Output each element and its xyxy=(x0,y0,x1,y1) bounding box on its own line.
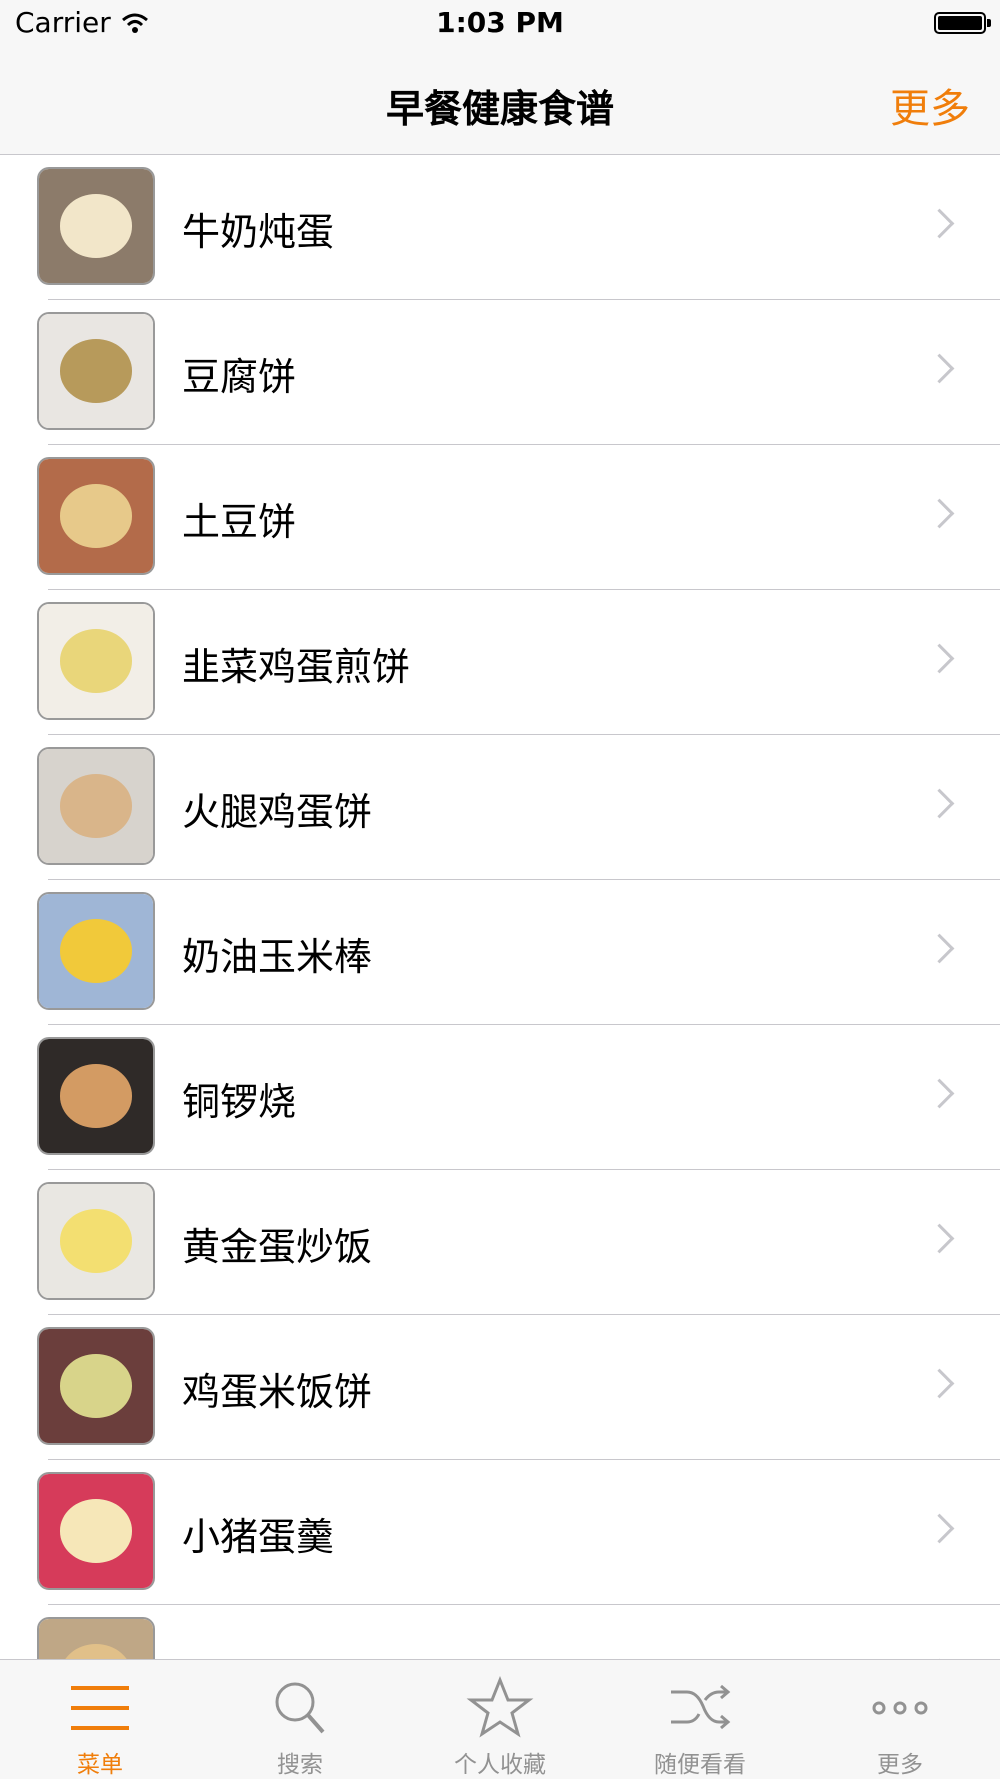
recipe-row[interactable]: 黄金蛋炒饭 xyxy=(0,1170,1000,1315)
recipe-name: 奶油玉米棒 xyxy=(182,926,372,981)
recipe-thumbnail xyxy=(37,312,155,430)
recipe-thumbnail xyxy=(37,1182,155,1300)
more-button[interactable]: 更多 xyxy=(890,76,970,134)
chevron-right-icon xyxy=(925,934,955,964)
status-bar: Carrier 1:03 PM xyxy=(0,0,1000,50)
recipe-row[interactable]: 铜锣烧 xyxy=(0,1025,1000,1170)
recipe-row[interactable]: 土豆饼 xyxy=(0,445,1000,590)
tab-label: 随便看看 xyxy=(600,1745,800,1779)
tab-star[interactable]: 个人收藏 xyxy=(400,1660,600,1779)
status-time: 1:03 PM xyxy=(0,6,1000,39)
recipe-name: 铜锣烧 xyxy=(182,1071,296,1126)
tab-label: 菜单 xyxy=(0,1745,200,1779)
recipe-name: 鸡蛋米饭饼 xyxy=(182,1361,372,1416)
recipe-row[interactable]: 豆腐饼 xyxy=(0,300,1000,445)
recipe-thumbnail xyxy=(37,1472,155,1590)
tab-label: 搜索 xyxy=(200,1745,400,1779)
chevron-right-icon xyxy=(925,354,955,384)
recipe-thumbnail xyxy=(37,167,155,285)
chevron-right-icon xyxy=(925,1079,955,1109)
shuffle-icon xyxy=(665,1676,735,1740)
chevron-right-icon xyxy=(925,499,955,529)
tab-more[interactable]: 更多 xyxy=(800,1660,1000,1779)
navigation-bar: 早餐健康食谱 更多 xyxy=(0,50,1000,155)
star-icon xyxy=(465,1676,535,1740)
recipe-thumbnail xyxy=(37,747,155,865)
tab-search[interactable]: 搜索 xyxy=(200,1660,400,1779)
tab-bar: 菜单搜索个人收藏随便看看更多 xyxy=(0,1659,1000,1779)
recipe-name: 韭菜鸡蛋煎饼 xyxy=(182,636,410,691)
recipe-name: 豆腐饼 xyxy=(182,346,296,401)
search-icon xyxy=(265,1676,335,1740)
recipe-name: 小猪蛋羹 xyxy=(182,1506,334,1561)
tab-menu[interactable]: 菜单 xyxy=(0,1660,200,1779)
recipe-row[interactable]: 小猪蛋羹 xyxy=(0,1460,1000,1605)
menu-icon xyxy=(65,1676,135,1740)
recipe-list[interactable]: 牛奶炖蛋豆腐饼土豆饼韭菜鸡蛋煎饼火腿鸡蛋饼奶油玉米棒铜锣烧黄金蛋炒饭鸡蛋米饭饼小… xyxy=(0,155,1000,1659)
chevron-right-icon xyxy=(925,1369,955,1399)
recipe-name: 黄金蛋炒饭 xyxy=(182,1216,372,1271)
recipe-row[interactable]: 奶油玉米棒 xyxy=(0,880,1000,1025)
recipe-row[interactable]: 火腿鸡蛋饼 xyxy=(0,735,1000,880)
recipe-thumbnail xyxy=(37,1037,155,1155)
more-icon xyxy=(865,1676,935,1740)
recipe-row[interactable]: 牛奶炖蛋 xyxy=(0,155,1000,300)
tab-label: 个人收藏 xyxy=(400,1745,600,1779)
chevron-right-icon xyxy=(925,1224,955,1254)
chevron-right-icon xyxy=(925,789,955,819)
recipe-row[interactable] xyxy=(0,1605,1000,1659)
tab-label: 更多 xyxy=(800,1745,1000,1779)
recipe-name: 火腿鸡蛋饼 xyxy=(182,781,372,836)
recipe-thumbnail xyxy=(37,602,155,720)
recipe-thumbnail xyxy=(37,457,155,575)
recipe-row[interactable]: 鸡蛋米饭饼 xyxy=(0,1315,1000,1460)
recipe-name: 土豆饼 xyxy=(182,491,296,546)
chevron-right-icon xyxy=(925,209,955,239)
page-title: 早餐健康食谱 xyxy=(0,78,1000,133)
recipe-name: 牛奶炖蛋 xyxy=(182,201,334,256)
chevron-right-icon xyxy=(925,1514,955,1544)
recipe-thumbnail xyxy=(37,1327,155,1445)
tab-shuffle[interactable]: 随便看看 xyxy=(600,1660,800,1779)
chevron-right-icon xyxy=(925,644,955,674)
recipe-thumbnail xyxy=(37,892,155,1010)
recipe-thumbnail xyxy=(37,1617,155,1659)
recipe-row[interactable]: 韭菜鸡蛋煎饼 xyxy=(0,590,1000,735)
battery-icon xyxy=(934,12,986,34)
